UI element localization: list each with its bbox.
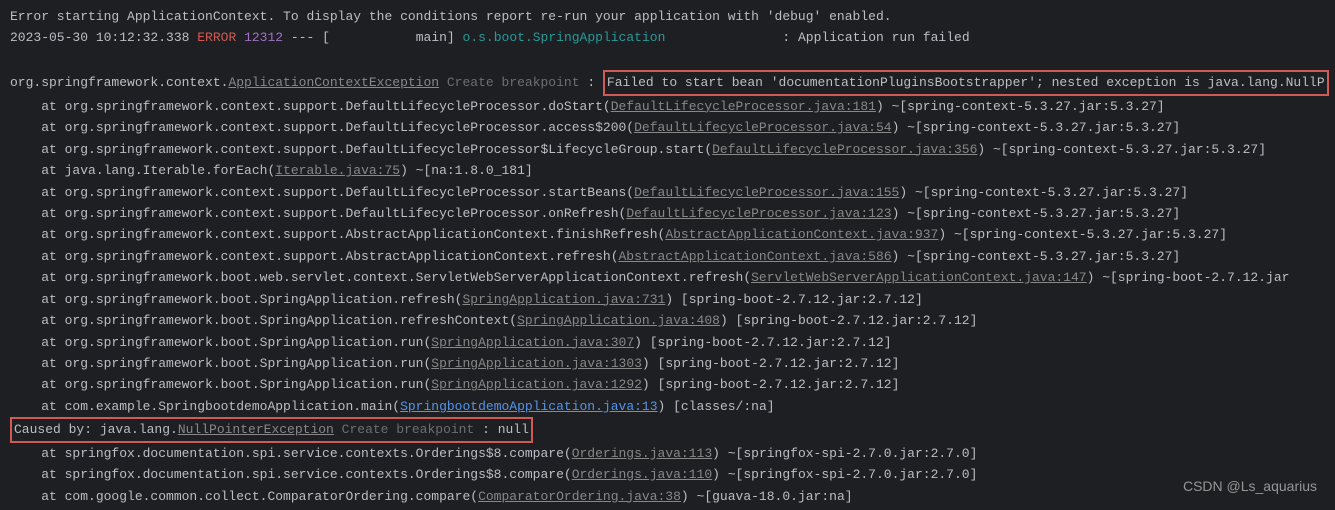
stack-trace-line: at java.lang.Iterable.forEach(Iterable.j… [10, 160, 1325, 181]
logger-name: o.s.boot.SpringApplication [463, 30, 666, 45]
watermark: CSDN @Ls_aquarius [1183, 475, 1317, 498]
source-link[interactable]: SpringbootdemoApplication.java:13 [400, 399, 657, 414]
log-line: 2023-05-30 10:12:32.338 ERROR 12312 --- … [10, 27, 1325, 48]
exception-line: org.springframework.context.ApplicationC… [10, 70, 1325, 95]
source-link[interactable]: DefaultLifecycleProcessor.java:181 [611, 99, 876, 114]
source-link[interactable]: SpringApplication.java:1292 [431, 377, 642, 392]
log-pid: 12312 [244, 30, 283, 45]
stack-trace-line: at org.springframework.boot.SpringApplic… [10, 374, 1325, 395]
caused-by-line: Caused by: java.lang.NullPointerExceptio… [10, 417, 1325, 442]
stack-trace-line: at org.springframework.context.support.D… [10, 96, 1325, 117]
stack-trace-line: at springfox.documentation.spi.service.c… [10, 443, 1325, 464]
source-link[interactable]: ServletWebServerApplicationContext.java:… [751, 270, 1086, 285]
stack-trace-line: at org.springframework.context.support.D… [10, 203, 1325, 224]
source-link[interactable]: DefaultLifecycleProcessor.java:54 [634, 120, 891, 135]
source-link[interactable]: AbstractApplicationContext.java:937 [665, 227, 938, 242]
stack-trace-line: at springfox.documentation.spi.service.c… [10, 464, 1325, 485]
stack-trace-line: at com.google.common.collect.ComparatorO… [10, 486, 1325, 507]
stack-trace-line: at org.springframework.context.support.D… [10, 182, 1325, 203]
stack-trace-line: at org.springframework.context.support.A… [10, 246, 1325, 267]
source-link[interactable]: Orderings.java:113 [572, 446, 712, 461]
stack-trace-line: at org.springframework.context.support.D… [10, 117, 1325, 138]
source-link[interactable]: DefaultLifecycleProcessor.java:155 [634, 185, 899, 200]
source-link[interactable]: ComparatorOrdering.java:38 [478, 489, 681, 504]
exception-class-link[interactable]: ApplicationContextException [228, 75, 439, 90]
stack-trace-line: at org.springframework.context.support.A… [10, 224, 1325, 245]
create-breakpoint-link[interactable]: Create breakpoint [439, 75, 587, 90]
stack-trace-line: at org.springframework.context.support.D… [10, 139, 1325, 160]
stack-trace-line: at com.example.SpringbootdemoApplication… [10, 396, 1325, 417]
stack-trace-line: at org.springframework.boot.SpringApplic… [10, 332, 1325, 353]
source-link[interactable]: SpringApplication.java:408 [517, 313, 720, 328]
blank-line [10, 49, 1325, 70]
source-link[interactable]: Iterable.java:75 [275, 163, 400, 178]
source-link[interactable]: AbstractApplicationContext.java:586 [619, 249, 892, 264]
stack-trace-line: at org.springframework.boot.web.servlet.… [10, 267, 1325, 288]
exception-message-highlight: Failed to start bean 'documentationPlugi… [603, 70, 1329, 95]
source-link[interactable]: DefaultLifecycleProcessor.java:123 [626, 206, 891, 221]
source-link[interactable]: SpringApplication.java:307 [431, 335, 634, 350]
stack-trace-line: at org.springframework.boot.SpringApplic… [10, 353, 1325, 374]
cause-exception-class-link[interactable]: NullPointerException [178, 422, 334, 437]
caused-by-highlight: Caused by: java.lang.NullPointerExceptio… [10, 417, 533, 442]
source-link[interactable]: DefaultLifecycleProcessor.java:356 [712, 142, 977, 157]
stack-trace-line: at org.springframework.boot.SpringApplic… [10, 310, 1325, 331]
source-link[interactable]: Orderings.java:110 [572, 467, 712, 482]
source-link[interactable]: SpringApplication.java:731 [462, 292, 665, 307]
console-header: Error starting ApplicationContext. To di… [10, 6, 1325, 27]
stack-trace-line: at org.springframework.boot.SpringApplic… [10, 289, 1325, 310]
create-breakpoint-link[interactable]: Create breakpoint [334, 422, 482, 437]
log-level: ERROR [197, 30, 236, 45]
source-link[interactable]: SpringApplication.java:1303 [431, 356, 642, 371]
